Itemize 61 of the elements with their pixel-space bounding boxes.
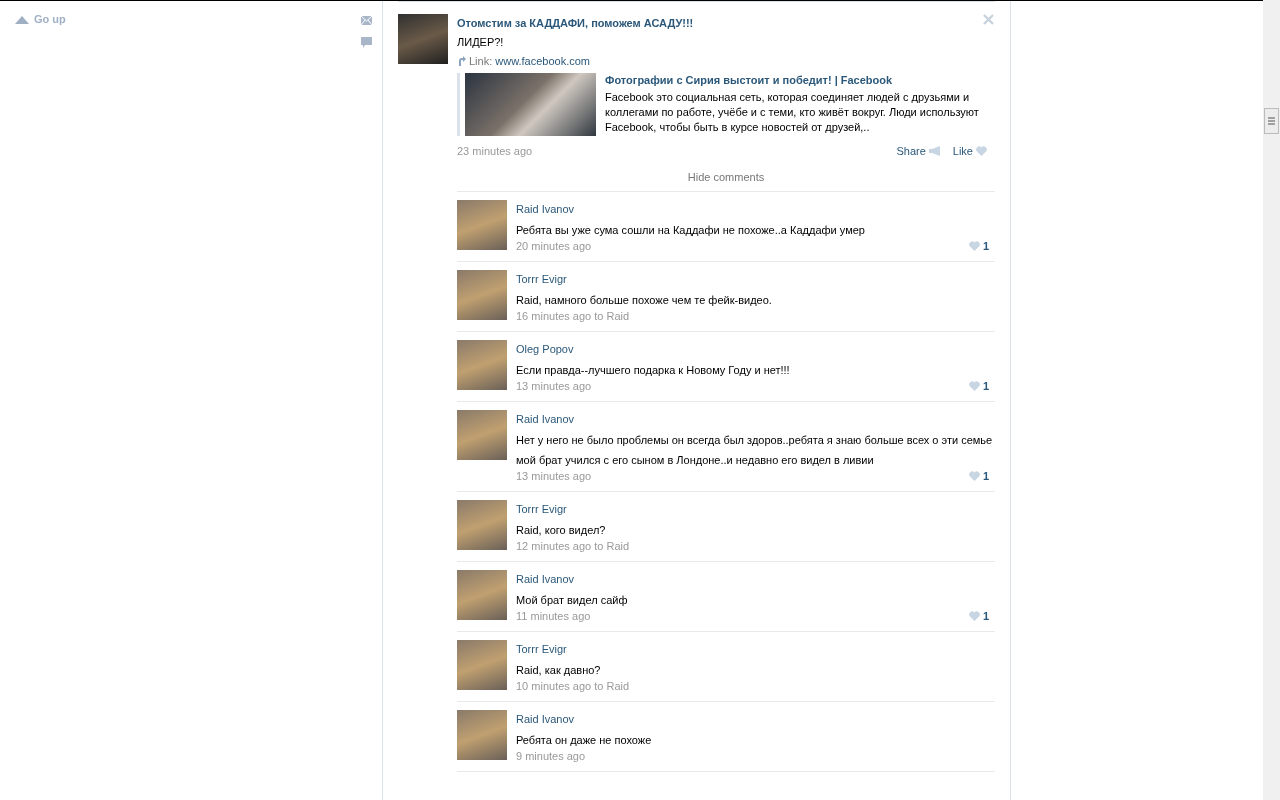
preview-description: Facebook это социальная сеть, которая соединяет людей с друзьями и коллегами по работе, учёбе и с теми, кто живёт вокруг. Люди используют Facebook, чтобы быть в курсе новостей от друзей,..	[605, 90, 980, 135]
avatar-placeholder[interactable]	[457, 410, 507, 460]
comment-time: 16 minutes ago to Raid	[516, 310, 630, 322]
comment-author[interactable]: Raid Ivanov	[516, 573, 995, 585]
avatar-placeholder[interactable]	[457, 500, 507, 550]
link-label: Link:	[469, 55, 493, 67]
go-up-label: Go up	[34, 13, 66, 25]
heart-icon	[968, 241, 980, 251]
megaphone-icon	[928, 146, 941, 156]
comment-time: 13 minutes ago	[516, 380, 592, 392]
avatar-placeholder[interactable]	[457, 640, 507, 690]
comment-author[interactable]: Torrr Evigr	[516, 503, 995, 515]
avatar-placeholder[interactable]	[457, 200, 507, 250]
comment-author[interactable]: Oleg Popov	[516, 343, 995, 355]
comment-time: 11 minutes ago	[516, 610, 591, 622]
comment-author[interactable]: Raid Ivanov	[516, 203, 995, 215]
comment-text: Ребята он даже не похоже	[516, 733, 653, 748]
preview-title[interactable]: Фотографии с Сирия выстоит и победит! | Facebook	[605, 74, 985, 86]
comment-time: 10 minutes ago to Raid	[516, 680, 630, 692]
up-arrow-icon	[15, 16, 29, 24]
comment-author[interactable]: Raid Ivanov	[516, 713, 995, 725]
comment-text: Нет у него не было проблемы он всегда был здоров..ребята я знаю больше всех о эти семье мой брат учился с его сыном в Лондоне..и недавно его видел в ливии	[516, 433, 994, 468]
post-text: ЛИДЕР?!	[457, 35, 505, 49]
comment-author[interactable]: Torrr Evigr	[516, 273, 995, 285]
like-count[interactable]: 1	[968, 380, 989, 392]
heart-icon	[968, 611, 980, 621]
like-count[interactable]: 1	[968, 240, 989, 252]
post-title: Отомстим за КАДДАФИ, поможем АСАДУ!!!	[457, 17, 694, 29]
comment-time: 9 minutes ago	[516, 750, 586, 762]
link-url[interactable]: www.facebook.com	[495, 55, 590, 67]
avatar-placeholder[interactable]	[457, 710, 507, 760]
comment-text: Raid, кого видел?	[516, 523, 607, 538]
photo-placeholder[interactable]	[465, 73, 596, 136]
comment-text: Если правда--лучшего подарка к Новому Году и нет!!!	[516, 363, 791, 378]
heart-icon	[976, 146, 987, 156]
speech-bubble-icon[interactable]	[361, 37, 372, 48]
scroll-thumb-icon[interactable]	[1264, 108, 1279, 134]
heart-icon	[968, 381, 980, 391]
like-button[interactable]: Like	[952, 145, 987, 157]
scrollbar[interactable]	[1263, 0, 1280, 800]
comment-text: Мой брат видел сайф	[516, 593, 629, 608]
heart-icon	[968, 471, 980, 481]
curved-arrow-icon	[457, 56, 466, 66]
like-count[interactable]: 1	[968, 610, 989, 622]
avatar-placeholder[interactable]	[457, 570, 507, 620]
comment-time: 13 minutes ago	[516, 470, 592, 482]
share-button[interactable]: Share	[896, 145, 941, 157]
close-icon[interactable]	[983, 14, 994, 25]
comment-time: 20 minutes ago	[516, 240, 592, 252]
comment-time: 12 minutes ago to Raid	[516, 540, 630, 552]
comment-text: Raid, намного больше похоже чем те фейк-видео.	[516, 293, 773, 308]
hide-comments-link[interactable]: Hide comments	[457, 157, 995, 192]
avatar-placeholder[interactable]	[457, 340, 507, 390]
comment-author[interactable]: Torrr Evigr	[516, 643, 995, 655]
comment-text: Raid, как давно?	[516, 663, 602, 678]
comment-text: Ребята вы уже сума сошли на Каддафи не похоже..а Каддафи умер	[516, 223, 866, 238]
post-time: 23 minutes ago	[457, 145, 533, 157]
like-count[interactable]: 1	[968, 470, 989, 482]
envelope-icon[interactable]	[361, 16, 372, 25]
comment-author[interactable]: Raid Ivanov	[516, 413, 995, 425]
avatar-placeholder[interactable]	[457, 270, 507, 320]
